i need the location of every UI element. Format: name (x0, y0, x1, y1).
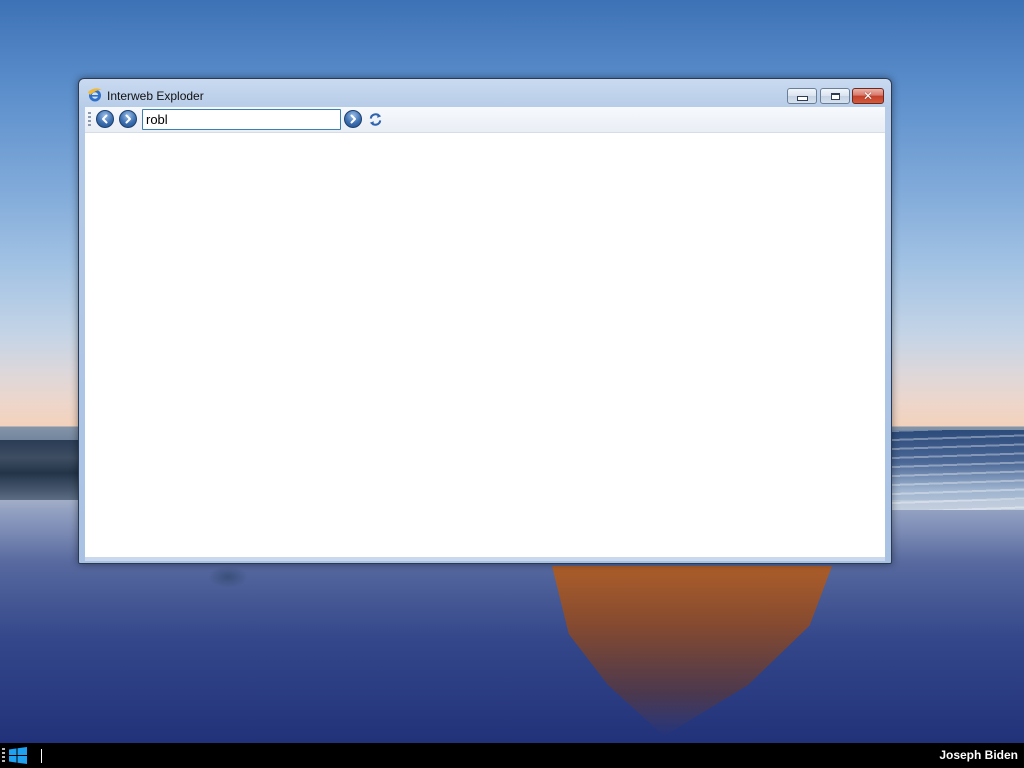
close-button[interactable]: ✕ (852, 88, 884, 104)
close-icon: ✕ (862, 89, 874, 103)
refresh-button[interactable] (366, 110, 384, 128)
start-button[interactable] (9, 747, 27, 764)
wallpaper-waves-right (892, 430, 1024, 510)
taskbar-grip[interactable] (2, 748, 5, 764)
forward-button[interactable] (119, 110, 137, 128)
navigation-toolbar (85, 107, 885, 133)
minimize-button[interactable] (787, 88, 817, 104)
forward-arrow-icon (125, 114, 131, 124)
page-content-area[interactable] (85, 133, 885, 561)
back-button[interactable] (96, 110, 114, 128)
toolbar-grip[interactable] (88, 112, 91, 126)
wallpaper-small-reflection (208, 566, 248, 588)
address-bar[interactable] (142, 109, 341, 130)
window-titlebar[interactable]: Interweb Exploder ✕ (79, 79, 891, 107)
go-arrow-icon (350, 114, 356, 124)
ie-logo-icon (87, 87, 103, 103)
maximize-button[interactable] (820, 88, 850, 104)
windows-logo-icon (9, 747, 27, 764)
maximize-icon (830, 92, 840, 100)
user-name-label[interactable]: Joseph Biden (939, 748, 1018, 762)
taskbar-separator (41, 749, 42, 763)
window-title: Interweb Exploder (107, 89, 204, 103)
go-button[interactable] (344, 110, 362, 128)
browser-window[interactable]: Interweb Exploder ✕ (78, 78, 892, 564)
wallpaper-rock-reflection (552, 566, 832, 736)
back-arrow-icon (102, 114, 108, 124)
wallpaper-rocks-left (0, 440, 78, 500)
refresh-icon (369, 112, 381, 126)
minimize-icon (796, 96, 808, 101)
taskbar: Joseph Biden (0, 743, 1024, 768)
